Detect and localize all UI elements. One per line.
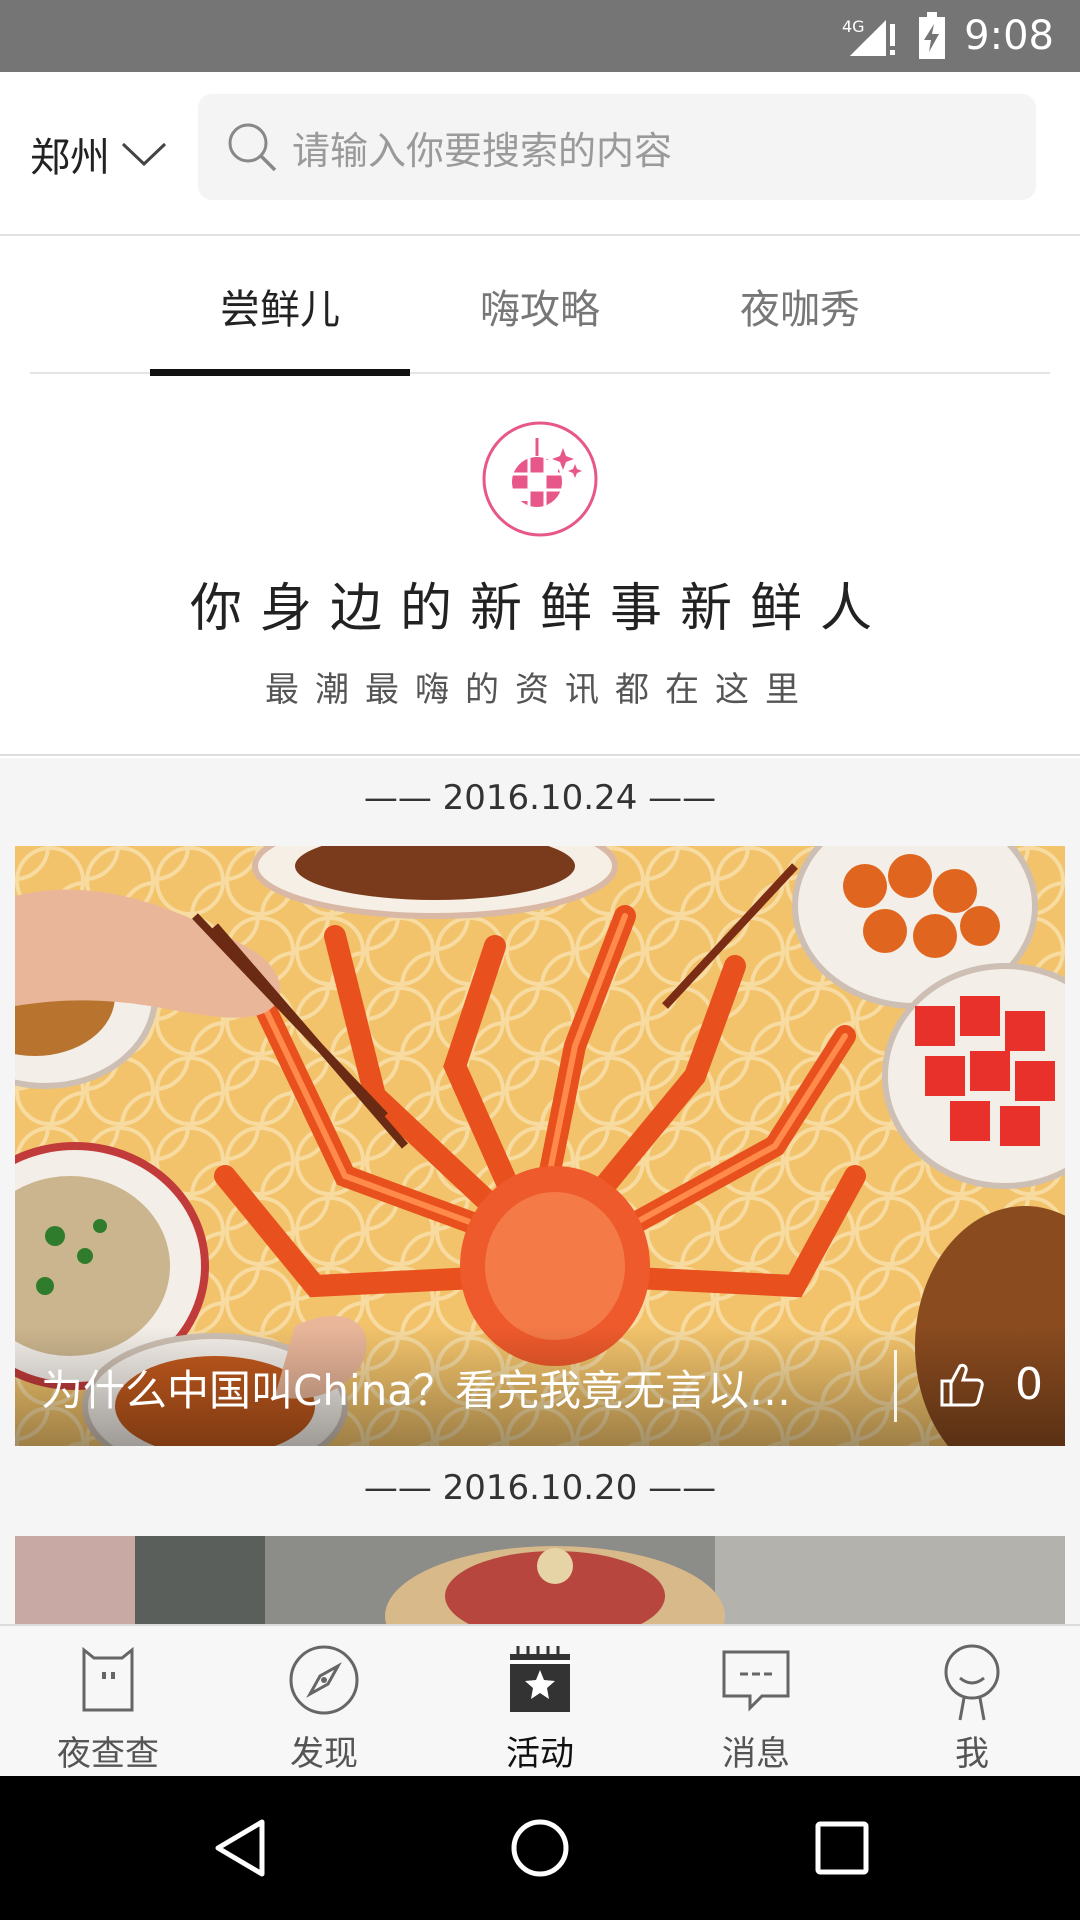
nav-item-messages[interactable]: 消息 bbox=[648, 1626, 864, 1778]
compass-icon bbox=[289, 1645, 359, 1715]
article-card[interactable] bbox=[15, 1536, 1065, 1624]
nav-item-yechacha[interactable]: 夜查查 bbox=[0, 1626, 216, 1778]
banner-subtitle: 最潮最嗨的资讯都在这里 bbox=[265, 670, 815, 710]
tab-label: 夜咖秀 bbox=[740, 287, 860, 333]
battery-charging-icon bbox=[919, 12, 946, 59]
tab-changxian[interactable]: 尝鲜儿 bbox=[150, 238, 410, 376]
section-banner: 你身边的新鲜事新鲜人 最潮最嗨的资讯都在这里 bbox=[0, 376, 1080, 756]
profile-icon bbox=[944, 1644, 1000, 1721]
calendar-star-icon bbox=[510, 1646, 570, 1712]
nav-item-discover[interactable]: 发现 bbox=[216, 1626, 432, 1778]
search-input[interactable]: 请输入你要搜索的内容 bbox=[198, 94, 1036, 200]
chevron-down-icon bbox=[121, 142, 167, 167]
home-icon[interactable] bbox=[508, 1776, 572, 1920]
message-icon bbox=[722, 1650, 790, 1712]
caption-divider bbox=[894, 1350, 897, 1422]
date-separator: —— 2016.10.20 —— bbox=[363, 1468, 717, 1508]
like-button[interactable]: 0 bbox=[939, 1344, 1043, 1424]
search-placeholder: 请输入你要搜索的内容 bbox=[292, 128, 673, 173]
article-title: 为什么中国叫China？看完我竟无言以… bbox=[41, 1366, 791, 1415]
article-feed: —— 2016.10.24 —— 为什么中国叫China？看完我竟无言以… 0 … bbox=[0, 758, 1080, 1624]
nav-label: 活动 bbox=[506, 1734, 574, 1774]
nav-label: 夜查查 bbox=[57, 1734, 159, 1774]
status-bar: 4G 9:08 bbox=[0, 0, 1080, 72]
city-selector[interactable]: 郑州 bbox=[30, 122, 168, 186]
back-icon[interactable] bbox=[210, 1776, 270, 1920]
nav-label: 发现 bbox=[290, 1734, 358, 1774]
tab-yekaxiu[interactable]: 夜咖秀 bbox=[670, 238, 930, 374]
article-card[interactable]: 为什么中国叫China？看完我竟无言以… 0 bbox=[15, 846, 1065, 1446]
tab-label: 尝鲜儿 bbox=[220, 287, 340, 333]
like-count: 0 bbox=[1015, 1358, 1043, 1410]
owl-icon bbox=[82, 1646, 134, 1712]
active-tab-indicator bbox=[150, 369, 410, 376]
nav-label: 消息 bbox=[722, 1734, 790, 1774]
banner-title: 你身边的新鲜事新鲜人 bbox=[189, 579, 890, 639]
tab-haigonglue[interactable]: 嗨攻略 bbox=[410, 238, 670, 374]
nav-item-activity[interactable]: 活动 bbox=[432, 1626, 648, 1778]
article-cover-image bbox=[15, 1536, 1065, 1624]
date-separator: —— 2016.10.24 —— bbox=[363, 778, 717, 818]
tab-label: 嗨攻略 bbox=[480, 287, 600, 333]
system-navigation-bar bbox=[0, 1776, 1080, 1920]
nav-item-me[interactable]: 我 bbox=[864, 1626, 1080, 1778]
disco-ball-icon bbox=[482, 421, 598, 537]
signal-4g-icon: 4G bbox=[842, 17, 896, 56]
thumbs-up-icon bbox=[940, 1363, 984, 1407]
network-type-label: 4G bbox=[842, 17, 865, 36]
city-label: 郑州 bbox=[30, 135, 110, 181]
recents-icon[interactable] bbox=[814, 1776, 870, 1920]
search-icon bbox=[228, 123, 277, 172]
bottom-navigation: 夜查查 发现 活动 消息 我 bbox=[0, 1624, 1080, 1776]
category-tabs: 尝鲜儿 嗨攻略 夜咖秀 bbox=[30, 238, 1050, 376]
nav-label: 我 bbox=[955, 1734, 989, 1774]
top-header: 郑州 请输入你要搜索的内容 bbox=[0, 72, 1080, 236]
status-time: 9:08 bbox=[964, 13, 1054, 59]
